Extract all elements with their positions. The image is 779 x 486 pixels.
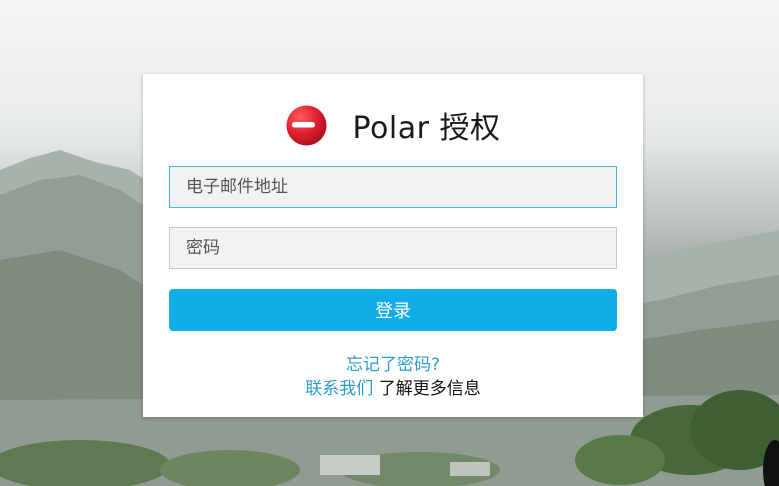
forgot-password-link[interactable]: 忘记了密码? [143, 350, 643, 375]
polar-logo-icon [286, 105, 327, 146]
contact-us-link[interactable]: 联系我们 [305, 379, 373, 399]
header: Polar 授权 [143, 100, 643, 150]
email-field[interactable] [169, 166, 617, 208]
learn-more-text: 了解更多信息 [378, 379, 481, 399]
login-button[interactable]: 登录 [169, 289, 617, 331]
contact-line: 联系我们 了解更多信息 [143, 374, 643, 399]
login-card: Polar 授权 登录 忘记了密码? 联系我们 了解更多信息 [143, 74, 643, 417]
password-field[interactable] [169, 227, 617, 269]
page-title: Polar 授权 [352, 111, 501, 146]
